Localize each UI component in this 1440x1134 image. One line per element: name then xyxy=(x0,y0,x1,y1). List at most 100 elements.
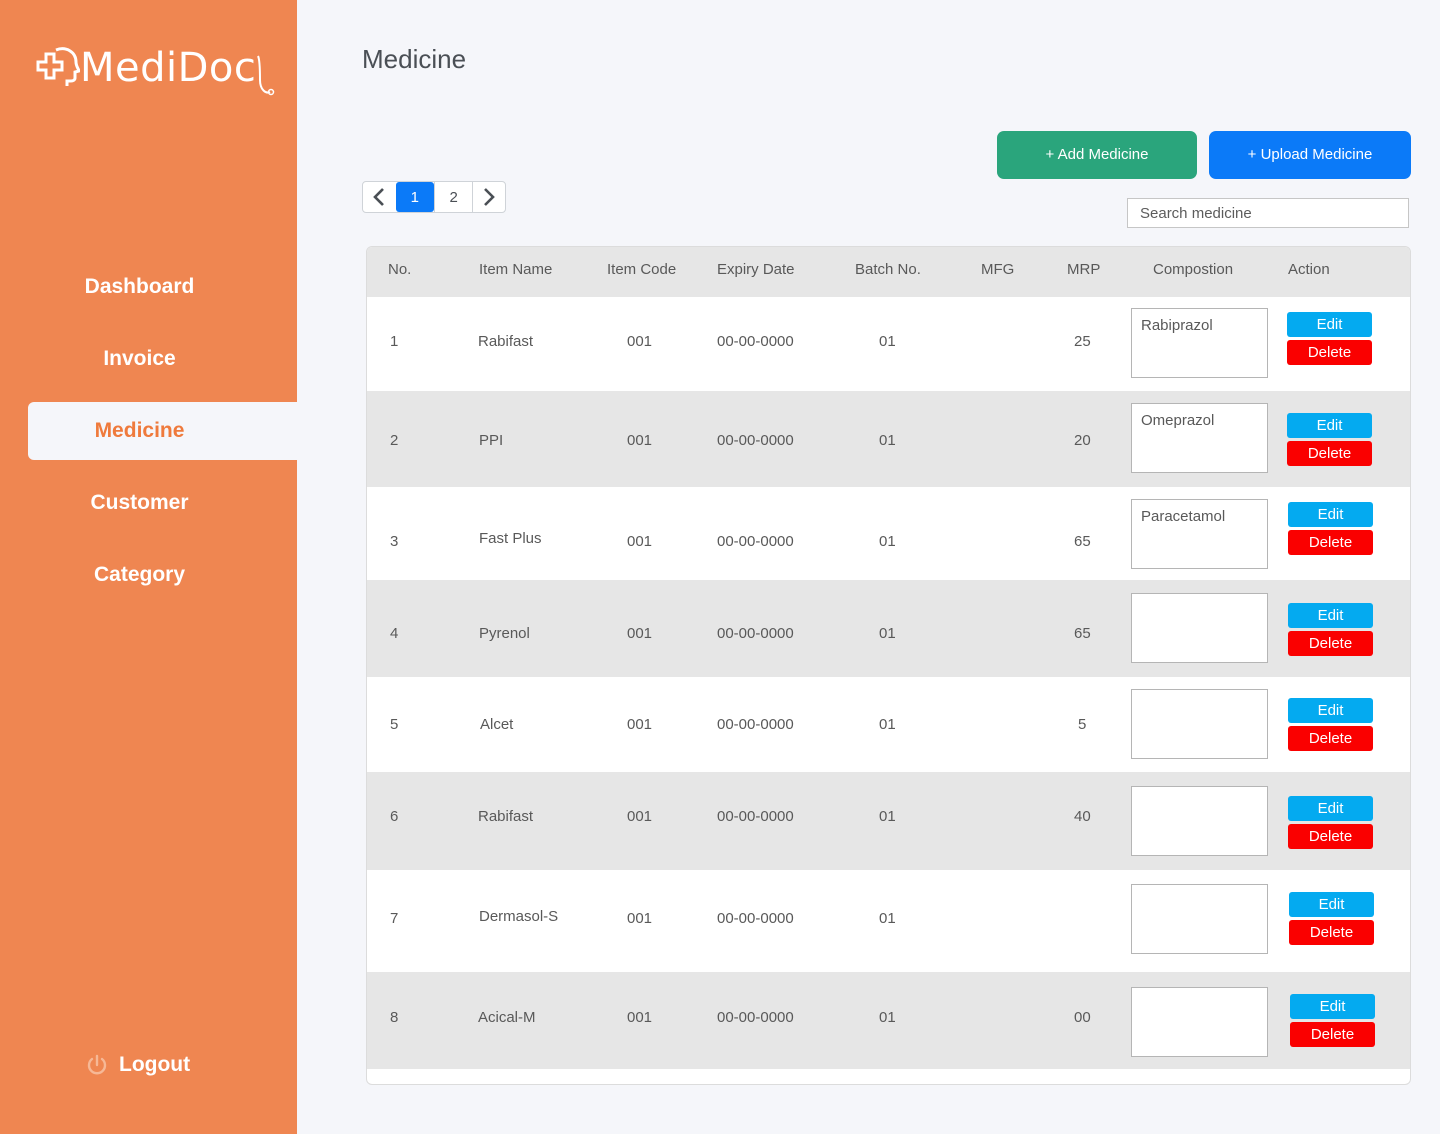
cell-item-code: 001 xyxy=(627,808,653,825)
header-mfg: MFG xyxy=(981,261,1015,278)
composition-field[interactable] xyxy=(1131,786,1268,856)
cell-mrp: 65 xyxy=(1074,625,1091,642)
delete-button[interactable]: Delete xyxy=(1288,631,1373,656)
composition-field[interactable] xyxy=(1131,689,1268,759)
composition-field[interactable]: Paracetamol xyxy=(1131,499,1268,569)
cell-item-code: 001 xyxy=(627,1009,653,1026)
edit-button[interactable]: Edit xyxy=(1288,502,1373,527)
delete-button[interactable]: Delete xyxy=(1288,726,1373,751)
edit-button[interactable]: Edit xyxy=(1290,994,1375,1019)
composition-field[interactable] xyxy=(1131,884,1268,954)
header-mrp: MRP xyxy=(1067,261,1101,278)
cell-no: 2 xyxy=(390,432,399,449)
composition-field[interactable]: Omeprazol xyxy=(1131,403,1268,473)
table-row: 6 Rabifast 001 00-00-0000 01 40 Edit Del… xyxy=(367,772,1410,870)
edit-button[interactable]: Edit xyxy=(1288,796,1373,821)
delete-button[interactable]: Delete xyxy=(1290,1022,1375,1047)
header-expiry-date: Expiry Date xyxy=(717,261,795,278)
medical-cross-head-icon xyxy=(36,47,80,86)
cell-item-name: Acical-M xyxy=(478,1009,536,1026)
header-item-name: Item Name xyxy=(479,261,553,278)
header-no: No. xyxy=(388,261,412,278)
stethoscope-icon xyxy=(257,55,275,96)
cell-item-name: Dermasol-S xyxy=(479,908,559,925)
table-row: 3 Fast Plus 001 00-00-0000 01 65 Paracet… xyxy=(367,487,1410,580)
cell-batch-no: 01 xyxy=(879,716,896,733)
cell-expiry-date: 00-00-0000 xyxy=(717,1009,794,1026)
edit-button[interactable]: Edit xyxy=(1288,698,1373,723)
cell-batch-no: 01 xyxy=(879,333,896,350)
cell-batch-no: 01 xyxy=(879,808,896,825)
edit-button[interactable]: Edit xyxy=(1288,603,1373,628)
composition-field[interactable] xyxy=(1131,593,1268,663)
logout-label: Logout xyxy=(119,1053,191,1076)
cell-expiry-date: 00-00-0000 xyxy=(717,716,794,733)
upload-medicine-button[interactable]: + Upload Medicine xyxy=(1209,131,1411,179)
delete-button[interactable]: Delete xyxy=(1288,824,1373,849)
header-composition: Compostion xyxy=(1153,261,1234,278)
logout-button[interactable]: Logout xyxy=(86,1048,190,1082)
pagination: 1 2 xyxy=(362,181,506,213)
search-input[interactable] xyxy=(1127,198,1409,228)
chevron-left-icon xyxy=(373,188,385,206)
table-row: 4 Pyrenol 001 00-00-0000 01 65 Edit Dele… xyxy=(367,580,1410,677)
cell-mrp: 65 xyxy=(1074,533,1091,550)
page-2-button[interactable]: 2 xyxy=(433,182,472,212)
previous-page-button[interactable] xyxy=(363,182,396,212)
edit-button[interactable]: Edit xyxy=(1287,312,1372,337)
delete-button[interactable]: Delete xyxy=(1287,441,1372,466)
cell-item-code: 001 xyxy=(627,716,653,733)
cell-mrp: 20 xyxy=(1074,432,1091,449)
table-row: 8 Acical-M 001 00-00-0000 01 00 Edit Del… xyxy=(367,972,1410,1069)
cell-item-code: 001 xyxy=(627,910,653,927)
nav-dashboard[interactable]: Dashboard xyxy=(28,258,297,316)
composition-field[interactable]: Rabiprazol xyxy=(1131,308,1268,378)
nav-invoice[interactable]: Invoice xyxy=(28,330,297,388)
edit-button[interactable]: Edit xyxy=(1287,413,1372,438)
table-row: 1 Rabifast 001 00-00-0000 01 25 Rabipraz… xyxy=(367,297,1410,391)
cell-batch-no: 01 xyxy=(879,910,896,927)
cell-expiry-date: 00-00-0000 xyxy=(717,808,794,825)
table-row: 7 Dermasol-S 001 00-00-0000 01 Edit Dele… xyxy=(367,870,1410,972)
composition-field[interactable] xyxy=(1131,987,1268,1057)
nav-category[interactable]: Category xyxy=(28,546,297,604)
delete-button[interactable]: Delete xyxy=(1287,340,1372,365)
cell-mrp: 00 xyxy=(1074,1009,1091,1026)
cell-item-name: Fast Plus xyxy=(479,530,542,547)
logo: MediDoc xyxy=(34,44,284,100)
cell-no: 8 xyxy=(390,1009,399,1026)
add-medicine-button[interactable]: + Add Medicine xyxy=(997,131,1197,179)
header-item-code: Item Code xyxy=(607,261,677,278)
nav-medicine[interactable]: Medicine xyxy=(28,402,297,460)
page-1-button[interactable]: 1 xyxy=(395,182,434,212)
medicine-table: No. Item Name Item Code Expiry Date Batc… xyxy=(366,246,1411,1085)
chevron-right-icon xyxy=(484,188,496,206)
cell-no: 4 xyxy=(390,625,399,642)
table-header: No. Item Name Item Code Expiry Date Batc… xyxy=(367,247,1410,297)
cell-item-name: Pyrenol xyxy=(479,625,530,642)
cell-expiry-date: 00-00-0000 xyxy=(717,625,794,642)
cell-mrp: 25 xyxy=(1074,333,1091,350)
table-row: 5 Alcet 001 00-00-0000 01 5 Edit Delete xyxy=(367,677,1410,772)
cell-item-name: Alcet xyxy=(480,716,514,733)
cell-mrp: 5 xyxy=(1078,716,1087,733)
cell-no: 3 xyxy=(390,533,399,550)
header-batch-no: Batch No. xyxy=(855,261,921,278)
header-action: Action xyxy=(1288,261,1330,278)
power-icon xyxy=(87,1054,107,1075)
next-page-button[interactable] xyxy=(472,182,505,212)
cell-item-code: 001 xyxy=(627,432,653,449)
cell-item-code: 001 xyxy=(627,625,653,642)
cell-batch-no: 01 xyxy=(879,625,896,642)
cell-expiry-date: 00-00-0000 xyxy=(717,333,794,350)
delete-button[interactable]: Delete xyxy=(1288,530,1373,555)
delete-button[interactable]: Delete xyxy=(1289,920,1374,945)
cell-batch-no: 01 xyxy=(879,533,896,550)
cell-expiry-date: 00-00-0000 xyxy=(717,910,794,927)
cell-expiry-date: 00-00-0000 xyxy=(717,432,794,449)
edit-button[interactable]: Edit xyxy=(1289,892,1374,917)
nav-customer[interactable]: Customer xyxy=(28,474,297,532)
table-row: 2 PPI 001 00-00-0000 01 20 Omeprazol Edi… xyxy=(367,391,1410,487)
cell-expiry-date: 00-00-0000 xyxy=(717,533,794,550)
cell-item-name: Rabifast xyxy=(478,808,534,825)
